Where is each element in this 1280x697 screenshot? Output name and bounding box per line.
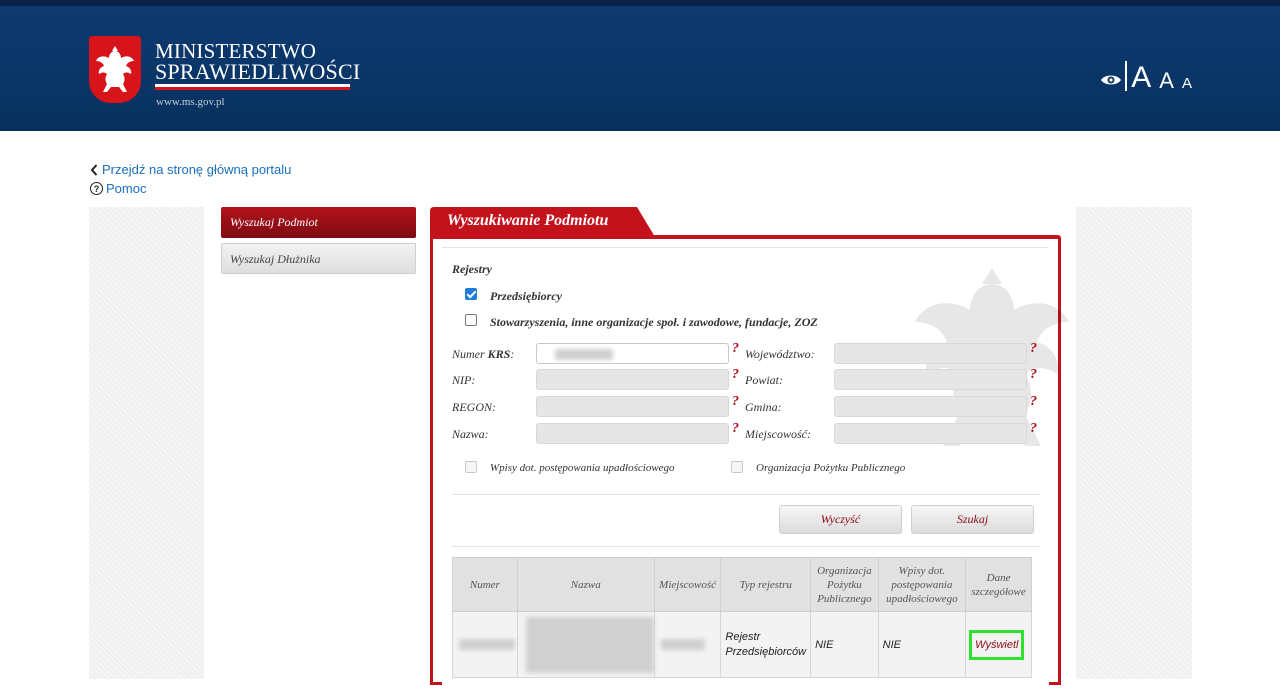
col-typ: Typ rejestru [720, 557, 812, 612]
regon-input[interactable] [536, 396, 729, 417]
clear-button[interactable]: Wyczyść [779, 505, 902, 534]
panel-title: Wyszukiwanie Podmiotu [447, 212, 609, 229]
results-table: Numer Nazwa Miejscowość Typ rejestru Org… [452, 557, 1032, 678]
show-details-link[interactable]: Wyświetl [969, 629, 1025, 660]
cell-miejscowosc [653, 611, 722, 678]
sidebar-item-search-entity[interactable]: Wyszukaj Podmiot [221, 207, 416, 238]
regon-label: REGON: [452, 400, 496, 414]
font-size-medium-button[interactable]: A [1159, 69, 1174, 93]
gmina-help-icon[interactable]: ? [1030, 394, 1037, 410]
wojewodztwo-help-icon[interactable]: ? [1030, 341, 1037, 357]
nazwa-input[interactable] [536, 423, 729, 444]
cell-typ: Rejestr Przedsiębiorców [720, 611, 812, 678]
col-wpisy: Wpisy dot. postępowania upadłościowego [877, 557, 967, 612]
form-divider [452, 494, 1040, 495]
nip-label: NIP: [452, 373, 476, 387]
eye-icon[interactable] [1100, 73, 1122, 87]
miejscowosc-label: Miejscowość: [745, 427, 811, 441]
help-icon: ? [90, 182, 103, 195]
brand-flag-bars [155, 84, 350, 90]
miejscowosc-input[interactable] [834, 423, 1027, 444]
opp-label: Organizacja Pożytku Publicznego [756, 462, 906, 474]
font-size-small-button[interactable]: A [1182, 75, 1192, 93]
cell-dane: Wyświetl [965, 611, 1032, 678]
eagle-emblem-icon[interactable] [89, 36, 141, 103]
cell-typ-line2: Przedsiębiorców [725, 645, 807, 658]
opp-checkbox[interactable] [731, 461, 743, 473]
home-link[interactable]: Przejdź na stronę główną portalu [90, 162, 291, 177]
bankruptcy-checkbox[interactable] [465, 461, 477, 473]
krs-label-prefix: Numer [452, 347, 488, 361]
nazwa-help-icon[interactable]: ? [732, 421, 739, 437]
col-wpisy-line2: postępowania [891, 578, 953, 591]
krs-label: Numer KRS: [452, 347, 514, 362]
wojewodztwo-input[interactable] [834, 343, 1027, 364]
brand-url: www.ms.gov.pl [156, 96, 225, 108]
brand-line-2: SPRAWIEDLIWOŚCI [155, 59, 361, 84]
left-decor-panel [89, 207, 204, 679]
cell-typ-line1: Rejestr [725, 630, 761, 643]
col-opp-line2: Pożytku [826, 578, 862, 591]
gmina-label: Gmina: [745, 400, 782, 414]
gmina-input[interactable] [834, 396, 1027, 417]
search-button[interactable]: Szukaj [911, 505, 1034, 534]
register-label-przedsiebiorcy: Przedsiębiorcy [490, 289, 562, 303]
help-link[interactable]: ? Pomoc [90, 181, 146, 196]
nazwa-redacted [525, 616, 654, 673]
regon-help-icon[interactable]: ? [732, 394, 739, 410]
register-checkbox-przedsiebiorcy[interactable] [465, 288, 477, 300]
krs-label-bold: KRS [487, 347, 511, 361]
powiat-input[interactable] [834, 369, 1027, 390]
col-dane: Dane szczegółowe [965, 557, 1032, 612]
register-checkbox-stowarzyszenia[interactable] [465, 314, 477, 326]
right-decor-panel [1076, 207, 1192, 679]
col-opp-line1: Organizacja [817, 564, 872, 577]
col-wpisy-line3: upadłościowego [886, 592, 958, 605]
cell-nazwa [516, 611, 655, 678]
miejscowosc-help-icon[interactable]: ? [1030, 421, 1037, 437]
eagle-watermark-icon [915, 268, 1069, 446]
accessibility-controls: A A A [1100, 61, 1192, 93]
font-size-large-button[interactable]: A [1131, 63, 1151, 93]
help-link-label: Pomoc [106, 181, 147, 196]
col-dane-line1: Dane [986, 571, 1011, 584]
eagle-icon [96, 46, 134, 92]
col-opp-line3: Publicznego [817, 592, 872, 605]
register-label-stowarzyszenia: Stowarzyszenia, inne organizacje społ. i… [490, 315, 818, 329]
registers-label: Rejestry [452, 262, 492, 276]
powiat-label: Powiat: [745, 373, 783, 387]
results-divider [452, 546, 1040, 547]
col-wpisy-line1: Wpisy dot. [898, 564, 946, 577]
results-header-row: Numer Nazwa Miejscowość Typ rejestru Org… [452, 557, 1032, 612]
sidebar-item-search-debtor[interactable]: Wyszukaj Dłużnika [221, 243, 416, 274]
nip-help-icon[interactable]: ? [732, 367, 739, 383]
cell-wpisy: NIE [877, 611, 967, 678]
krs-redacted-value [555, 349, 613, 360]
powiat-help-icon[interactable]: ? [1030, 367, 1037, 383]
bankruptcy-label: Wpisy dot. postępowania upadłościowego [490, 462, 675, 474]
cell-opp: NIE [810, 611, 879, 678]
krs-input[interactable] [536, 343, 729, 364]
col-nazwa: Nazwa [516, 557, 655, 612]
col-numer: Numer [452, 557, 518, 612]
site-header: MINISTERSTWO SPRAWIEDLIWOŚCI www.ms.gov.… [0, 6, 1280, 131]
krs-label-suffix: : [510, 347, 515, 361]
home-link-label: Przejdź na stronę główną portalu [102, 162, 292, 177]
nazwa-label: Nazwa: [452, 427, 489, 441]
chevron-left-icon [90, 163, 98, 176]
wojewodztwo-label: Województwo: [745, 347, 815, 361]
table-row: Rejestr Przedsiębiorców NIE NIE Wyświetl [452, 611, 1032, 678]
cell-numer [452, 611, 518, 678]
krs-help-icon[interactable]: ? [732, 341, 739, 357]
a11y-separator [1125, 61, 1128, 91]
miejscowosc-redacted [660, 638, 705, 650]
col-dane-line2: szczegółowe [971, 585, 1026, 598]
col-opp: Organizacja Pożytku Publicznego [810, 557, 879, 612]
numer-redacted [459, 638, 515, 650]
col-miejscowosc: Miejscowość [653, 557, 722, 612]
nip-input[interactable] [536, 369, 729, 390]
